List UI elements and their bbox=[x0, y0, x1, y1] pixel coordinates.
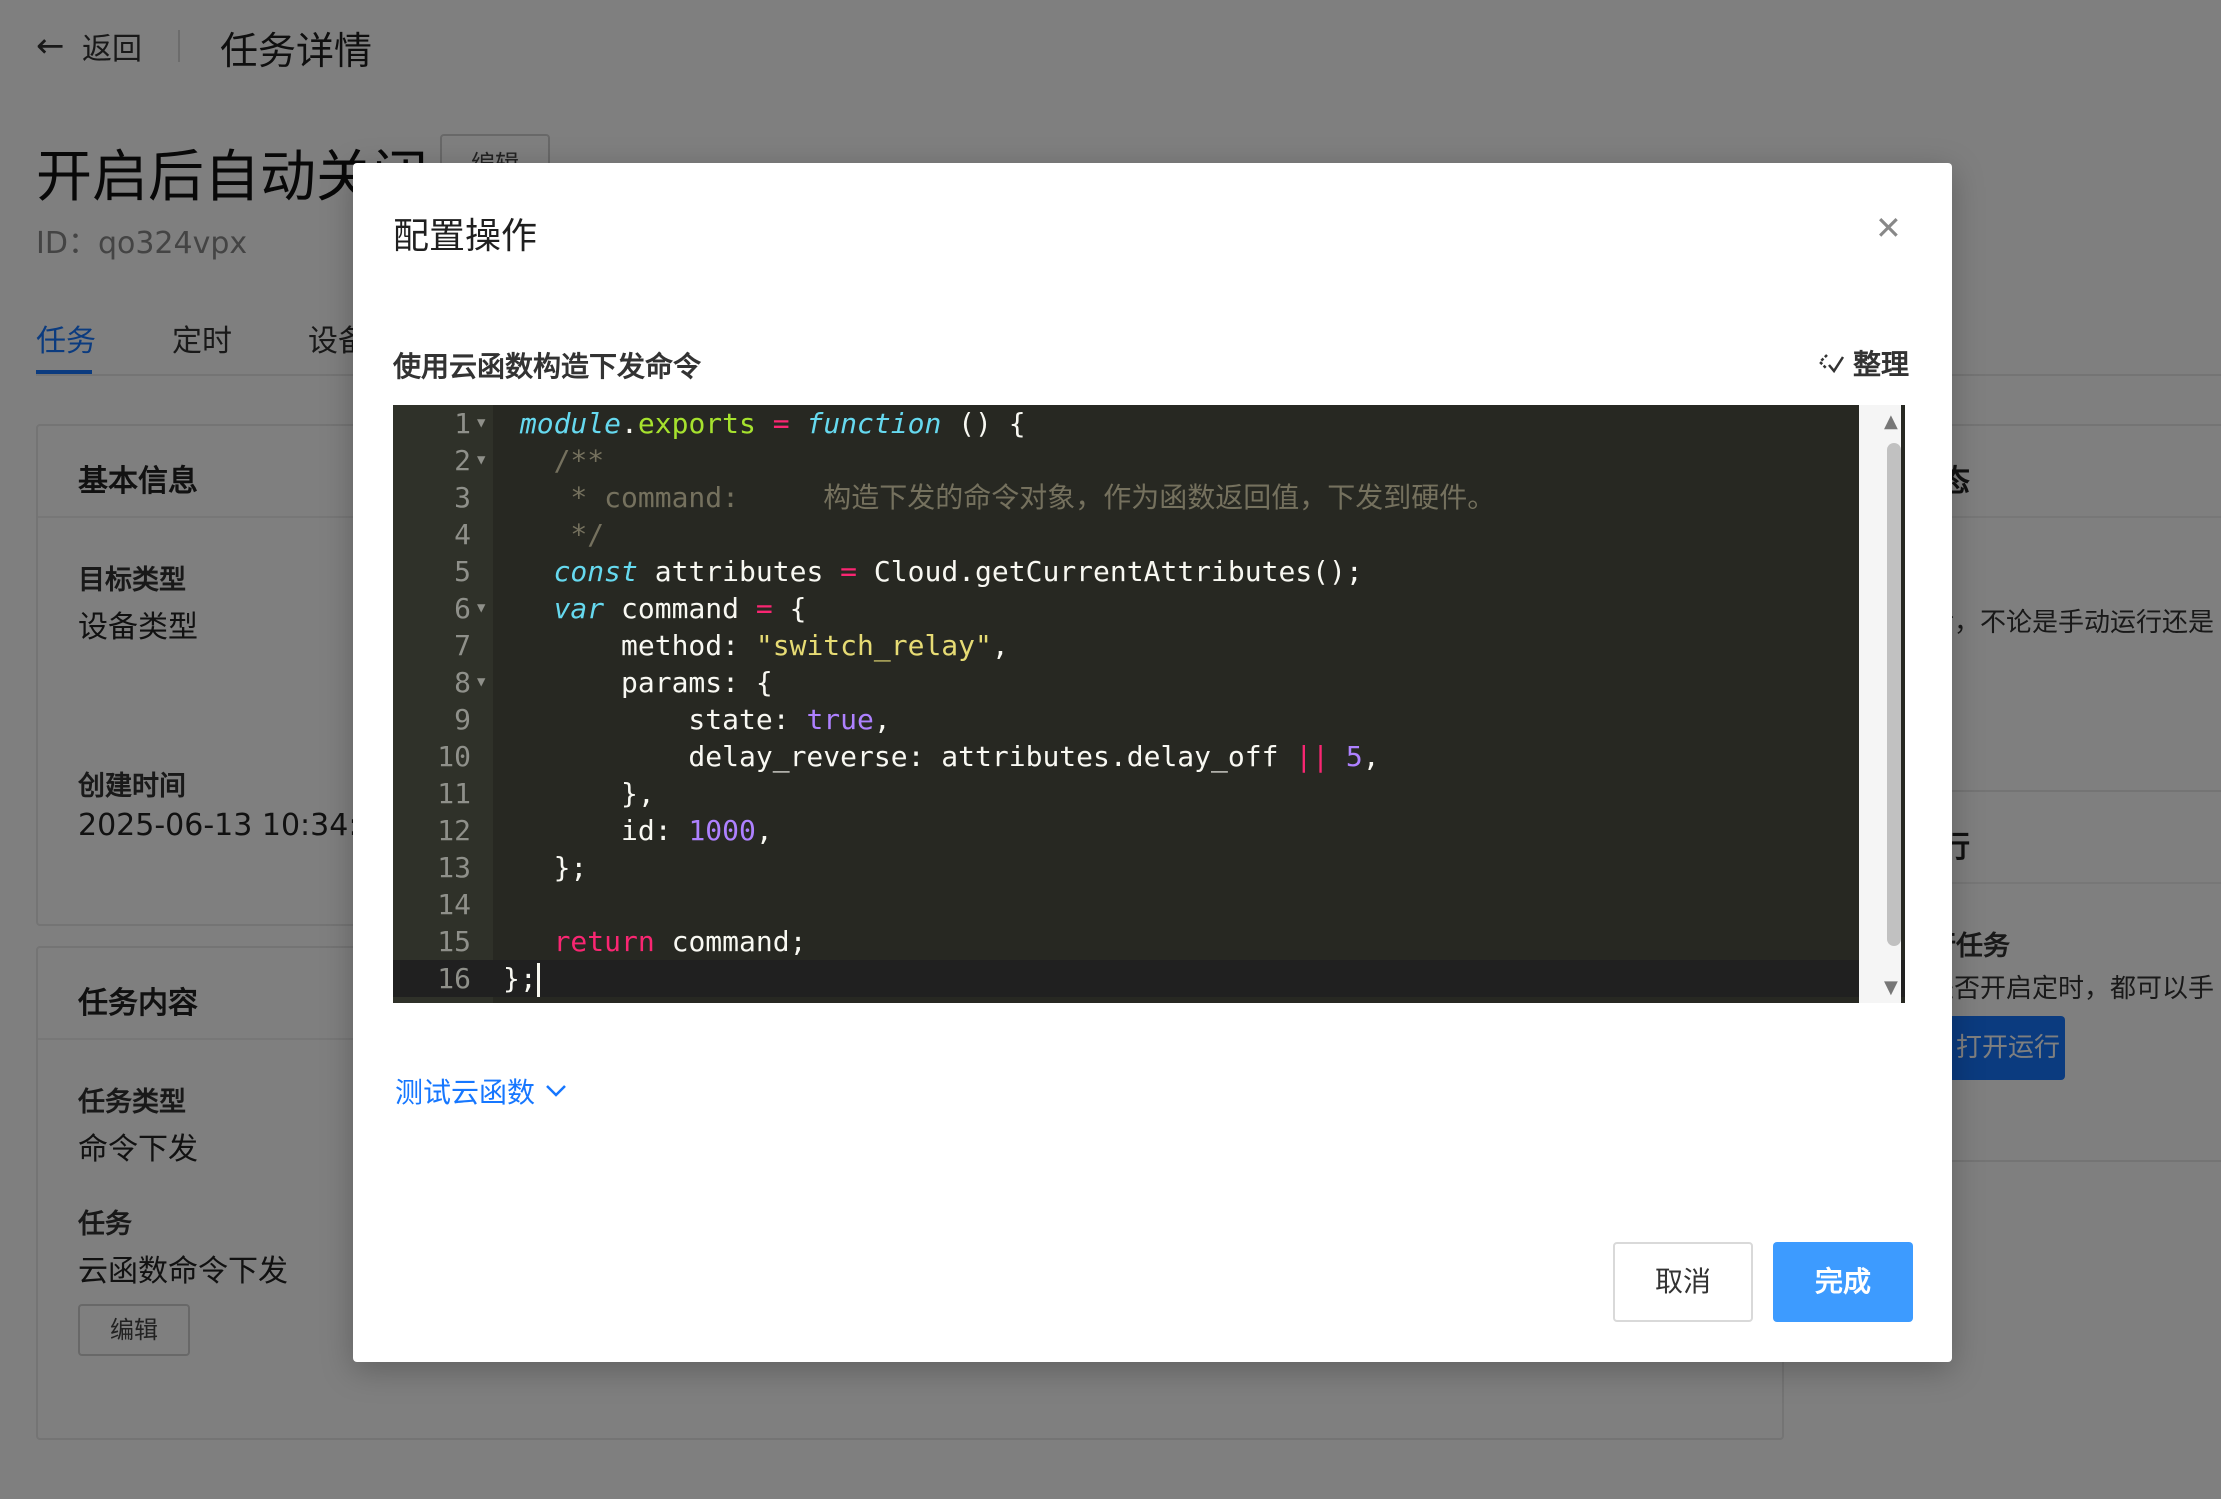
code-line: 11 }, bbox=[437, 777, 655, 810]
code-line: 1 ▼ module.exports = function () { bbox=[454, 407, 1026, 440]
code-line-active: 16}; bbox=[393, 960, 1905, 997]
format-code-icon bbox=[1818, 354, 1845, 374]
cancel-button[interactable]: 取消 bbox=[1613, 1242, 1753, 1322]
dialog-title: 配置操作 bbox=[393, 216, 538, 257]
code-line: 2 ▼ /** bbox=[454, 444, 605, 477]
code-line: 6 ▼ var command = { bbox=[454, 592, 807, 625]
close-icon[interactable]: ✕ bbox=[1875, 209, 1902, 247]
scrollbar-thumb[interactable] bbox=[1887, 443, 1901, 946]
code-line: 3 * command: 构造下发的命令对象，作为函数返回值，下发到硬件。 bbox=[454, 481, 1496, 514]
code-editor[interactable]: 1 ▼ module.exports = function () { 2 ▼ /**… bbox=[393, 405, 1905, 1003]
test-function-toggle[interactable]: 测试云函数 bbox=[395, 1071, 567, 1111]
text-cursor bbox=[536, 963, 540, 997]
code-line: 8 ▼ params: { bbox=[454, 666, 773, 699]
code-line: 12 id: 1000, bbox=[437, 814, 773, 847]
code-line: 13 }; bbox=[437, 851, 588, 884]
code-line: 10 delay_reverse: attributes.delay_off |… bbox=[437, 740, 1380, 773]
config-dialog: 配置操作 ✕ 使用云函数构造下发命令 整理 1 ▼ module.exports … bbox=[353, 163, 1952, 1362]
code-line: 5 const attributes = Cloud.getCurrentAtt… bbox=[454, 555, 1363, 588]
confirm-button[interactable]: 完成 bbox=[1773, 1242, 1913, 1322]
scroll-down-icon[interactable]: ▼ bbox=[1884, 977, 1898, 998]
format-button[interactable]: 整理 bbox=[1817, 343, 1909, 383]
test-function-label: 测试云函数 bbox=[395, 1076, 536, 1109]
section-title: 使用云函数构造下发命令 bbox=[393, 350, 702, 383]
code-line: 4 */ bbox=[454, 518, 605, 551]
code-lines: 1 ▼ module.exports = function () { 2 ▼ /**… bbox=[393, 405, 1905, 997]
scroll-up-icon[interactable]: ▲ bbox=[1884, 411, 1898, 432]
chevron-down-icon bbox=[546, 1085, 566, 1097]
format-label: 整理 bbox=[1853, 348, 1910, 381]
code-line: 15 return command; bbox=[437, 925, 807, 958]
code-line: 9 state: true, bbox=[454, 703, 891, 736]
code-line: 7 method: "switch_relay", bbox=[454, 629, 1009, 662]
code-line: 14 bbox=[437, 888, 471, 921]
